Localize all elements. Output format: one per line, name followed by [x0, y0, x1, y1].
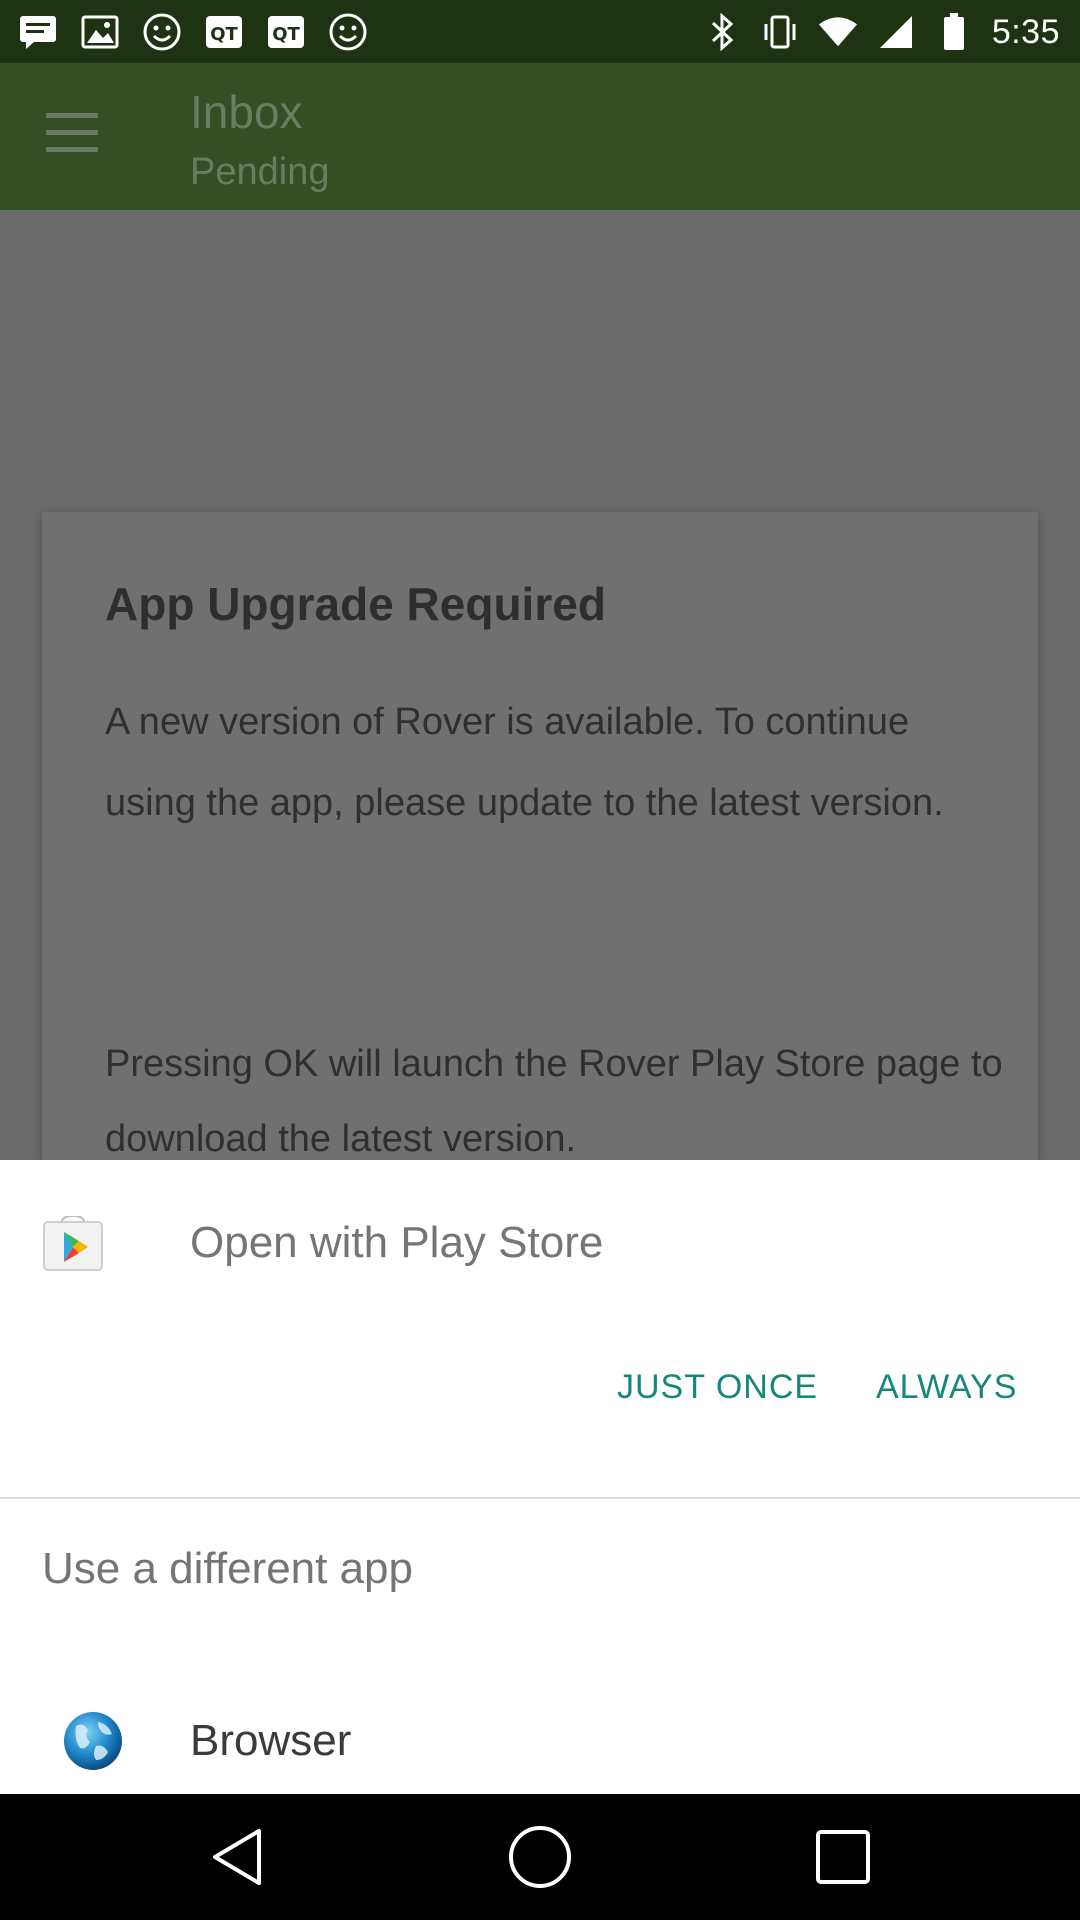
- upgrade-dialog: App Upgrade Required A new version of Ro…: [42, 512, 1038, 1160]
- globe-icon: [62, 1710, 124, 1772]
- wifi-icon: [818, 12, 858, 52]
- always-button[interactable]: ALWAYS: [876, 1368, 1017, 1407]
- app-chooser-sheet: Open with Play Store JUST ONCE ALWAYS Us…: [0, 1160, 1080, 1794]
- qq-icon: QT: [204, 12, 244, 52]
- recent-apps-icon[interactable]: [810, 1824, 876, 1890]
- use-different-app-label: Use a different app: [42, 1544, 413, 1593]
- smiley-icon: [328, 12, 368, 52]
- message-icon: [18, 12, 58, 52]
- status-bar: QT QT 5:35: [0, 0, 1080, 63]
- bluetooth-icon: [702, 12, 742, 52]
- navigation-bar: [0, 1794, 1080, 1920]
- clock: 5:35: [991, 12, 1060, 51]
- smiley-icon: [142, 12, 182, 52]
- open-with-title: Open with Play Store: [190, 1218, 604, 1267]
- browser-option[interactable]: Browser: [0, 1680, 1080, 1790]
- qq-icon: QT: [266, 12, 306, 52]
- hamburger-menu-icon: [46, 113, 98, 153]
- app-bar: Inbox Pending: [0, 63, 1080, 210]
- just-once-button[interactable]: JUST ONCE: [617, 1368, 818, 1407]
- page-subtitle: Pending: [190, 151, 330, 193]
- home-icon[interactable]: [507, 1824, 573, 1890]
- back-icon[interactable]: [204, 1824, 270, 1890]
- signal-icon: [876, 12, 916, 52]
- play-store-icon: [42, 1214, 104, 1272]
- browser-label: Browser: [190, 1716, 352, 1765]
- dialog-message-secondary: Pressing OK will launch the Rover Play S…: [105, 1043, 1003, 1160]
- divider: [0, 1497, 1080, 1499]
- svg-text:QT: QT: [210, 24, 238, 45]
- battery-icon: [934, 12, 974, 52]
- image-icon: [80, 12, 120, 52]
- svg-text:QT: QT: [272, 24, 300, 45]
- notification-icons: QT QT: [18, 10, 368, 54]
- system-icons: 5:35: [702, 10, 1060, 54]
- dialog-message: A new version of Rover is available. To …: [105, 701, 944, 824]
- page-title: Inbox: [190, 86, 303, 138]
- dialog-title: App Upgrade Required: [105, 578, 606, 630]
- vibrate-icon: [760, 12, 800, 52]
